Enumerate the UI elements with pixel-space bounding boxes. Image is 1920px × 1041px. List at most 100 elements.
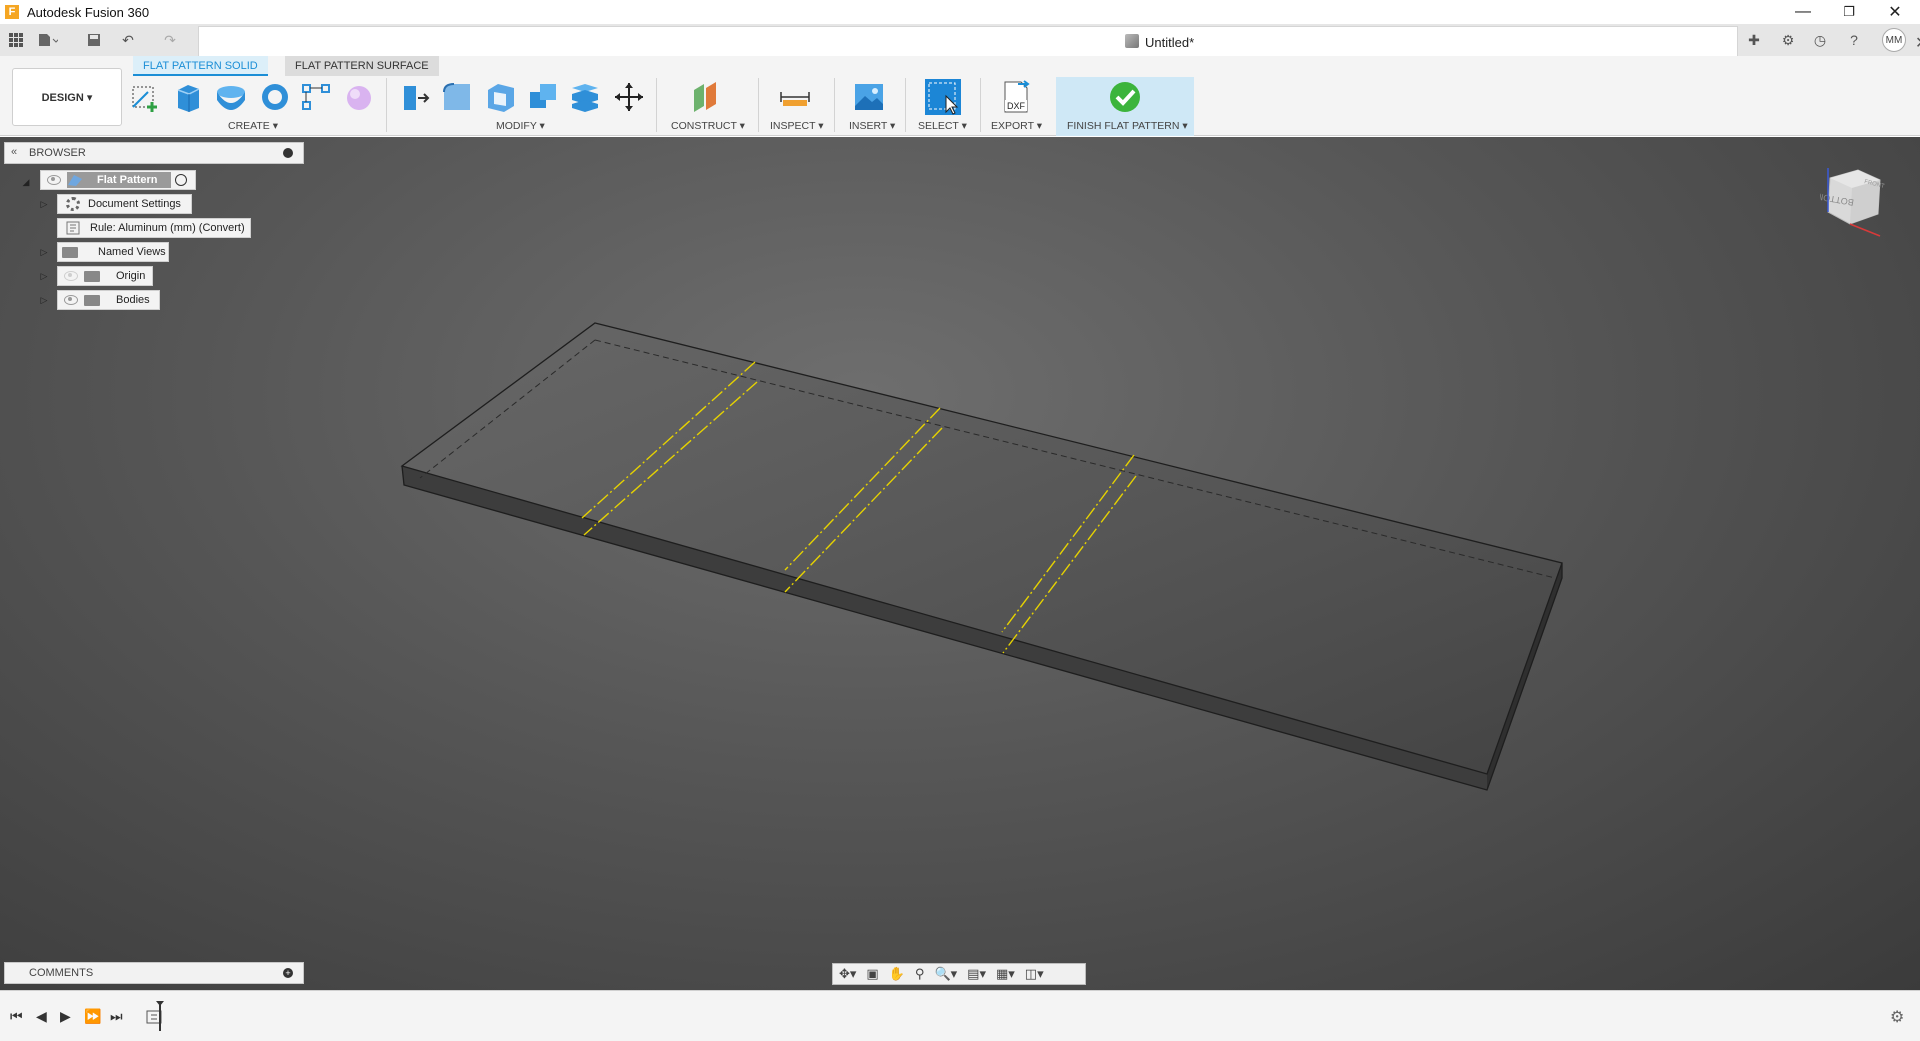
undo-icon[interactable]: ↶ — [118, 30, 138, 50]
offset-plane-icon[interactable] — [688, 80, 722, 114]
browser-item-document-settings[interactable]: Document Settings — [57, 194, 192, 214]
tree-item-label: Bodies — [116, 294, 150, 306]
revolve-icon[interactable] — [214, 80, 248, 114]
view-cube[interactable]: FRONT BOTTOM — [1820, 166, 1890, 246]
collapse-root-icon[interactable]: ◢ — [20, 176, 32, 188]
fillet-icon[interactable] — [440, 80, 474, 114]
add-comment-icon[interactable]: + — [283, 968, 293, 978]
new-tab-icon[interactable]: ✚ — [1742, 28, 1766, 52]
timeline-settings-gear-icon[interactable]: ⚙ — [1890, 1007, 1904, 1027]
visibility-eye-icon[interactable] — [47, 175, 61, 185]
browser-panel-header[interactable]: « BROWSER — [4, 142, 304, 164]
grid-settings-icon[interactable]: ▦▾ — [996, 966, 1015, 982]
go-to-end-icon[interactable]: ⏭ — [110, 1008, 123, 1025]
app-title: Autodesk Fusion 360 — [27, 4, 150, 20]
browser-item-named-views[interactable]: Named Views — [57, 242, 169, 262]
workspace-switcher-button[interactable]: DESIGN ▾ — [12, 68, 122, 126]
tab-flat-pattern-solid[interactable]: FLAT PATTERN SOLID — [133, 56, 268, 76]
browser-item-rule[interactable]: Rule: Aluminum (mm) (Convert) — [57, 218, 251, 238]
export-menu[interactable]: EXPORT ▾ — [991, 120, 1042, 132]
visibility-eye-icon[interactable] — [64, 295, 78, 305]
divider — [905, 78, 906, 132]
flat-pattern-label-chip: Flat Pattern — [67, 172, 171, 188]
data-panel-grid-icon[interactable] — [6, 30, 26, 50]
step-back-icon[interactable]: ◀ — [36, 1008, 47, 1025]
visibility-eye-icon[interactable] — [64, 271, 78, 281]
split-body-icon[interactable] — [568, 80, 602, 114]
close-tab-icon[interactable]: ✕ — [1915, 33, 1920, 53]
user-avatar[interactable]: MM — [1882, 28, 1906, 52]
look-at-icon[interactable]: ▣ — [866, 966, 878, 982]
create-menu[interactable]: CREATE ▾ — [228, 120, 278, 132]
modify-menu[interactable]: MODIFY ▾ — [496, 120, 545, 132]
close-window-button[interactable]: ✕ — [1872, 0, 1918, 24]
browser-root-flat-pattern[interactable]: Flat Pattern — [40, 170, 196, 190]
browser-item-origin[interactable]: Origin — [57, 266, 153, 286]
inspect-menu[interactable]: INSPECT ▾ — [770, 120, 824, 132]
redo-icon[interactable]: ↷ — [160, 30, 180, 50]
export-dxf-icon[interactable]: DXF — [1000, 80, 1034, 114]
insert-image-icon[interactable] — [852, 80, 886, 114]
tree-item-label: Named Views — [98, 246, 166, 258]
divider — [980, 78, 981, 132]
component-icon — [1125, 34, 1139, 48]
go-to-start-icon[interactable]: ⏮ — [10, 1008, 23, 1025]
extrude-icon[interactable] — [172, 80, 206, 114]
gear-icon — [66, 197, 80, 211]
tree-item-label: Rule: Aluminum (mm) (Convert) — [90, 222, 245, 234]
hole-icon[interactable] — [258, 80, 292, 114]
restore-button[interactable]: ❐ — [1826, 0, 1872, 24]
3d-viewport[interactable] — [0, 137, 1920, 990]
create-form-icon[interactable] — [342, 80, 376, 114]
folder-icon — [84, 270, 100, 282]
browser-item-bodies[interactable]: Bodies — [57, 290, 160, 310]
file-menu-icon[interactable] — [38, 30, 58, 50]
tab-flat-pattern-surface[interactable]: FLAT PATTERN SURFACE — [285, 56, 439, 76]
create-sketch-icon[interactable] — [128, 80, 162, 114]
pan-icon[interactable]: ✋ — [889, 966, 905, 982]
document-title: Untitled* — [1145, 35, 1195, 50]
construct-menu[interactable]: CONSTRUCT ▾ — [671, 120, 745, 132]
activate-radio-icon[interactable] — [175, 174, 187, 186]
comments-panel-header[interactable]: COMMENTS + — [4, 962, 304, 984]
finish-check-icon[interactable] — [1108, 80, 1142, 114]
expand-named-views-icon[interactable]: ▷ — [38, 246, 50, 258]
shell-icon[interactable] — [484, 80, 518, 114]
minimize-button[interactable]: — — [1780, 0, 1826, 24]
finish-menu[interactable]: FINISH FLAT PATTERN ▾ — [1067, 120, 1188, 132]
fit-icon[interactable]: 🔍▾ — [934, 966, 957, 982]
divider — [758, 78, 759, 132]
select-icon[interactable] — [924, 78, 962, 116]
document-tab[interactable]: Untitled* ✕ — [198, 26, 1920, 56]
pattern-icon[interactable] — [300, 80, 334, 114]
comments-title: COMMENTS — [29, 967, 94, 979]
browser-title: BROWSER — [29, 147, 86, 159]
browser-pin-icon[interactable] — [283, 148, 293, 158]
measure-icon[interactable] — [778, 80, 812, 114]
select-menu[interactable]: SELECT ▾ — [918, 120, 967, 132]
save-icon[interactable] — [84, 30, 104, 50]
display-settings-icon[interactable]: ▤▾ — [967, 966, 986, 982]
extensions-icon[interactable]: ⚙ — [1776, 28, 1800, 52]
expand-bodies-icon[interactable]: ▷ — [38, 294, 50, 306]
insert-menu[interactable]: INSERT ▾ — [849, 120, 895, 132]
expand-document-settings-icon[interactable]: ▷ — [38, 198, 50, 210]
orbit-icon[interactable]: ✥▾ — [839, 966, 856, 982]
dxf-label: DXF — [1007, 101, 1026, 111]
divider — [656, 78, 657, 132]
flat-pattern-scene[interactable] — [0, 137, 1920, 990]
viewports-icon[interactable]: ◫▾ — [1025, 966, 1044, 982]
expand-origin-icon[interactable]: ▷ — [38, 270, 50, 282]
move-copy-icon[interactable] — [612, 80, 646, 114]
help-icon[interactable]: ? — [1842, 28, 1866, 52]
zoom-icon[interactable]: ⚲ — [915, 966, 925, 982]
job-status-icon[interactable]: ◷ — [1808, 28, 1832, 52]
press-pull-icon[interactable] — [398, 80, 432, 114]
play-icon[interactable]: ▶ — [60, 1008, 71, 1025]
title-bar: F Autodesk Fusion 360 — ❐ ✕ — [0, 0, 1920, 24]
timeline-feature-icon[interactable] — [144, 1001, 166, 1033]
step-forward-icon[interactable]: ⏩ — [84, 1008, 101, 1025]
combine-icon[interactable] — [526, 80, 560, 114]
collapse-browser-icon[interactable]: « — [11, 146, 17, 158]
folder-icon — [84, 294, 100, 306]
